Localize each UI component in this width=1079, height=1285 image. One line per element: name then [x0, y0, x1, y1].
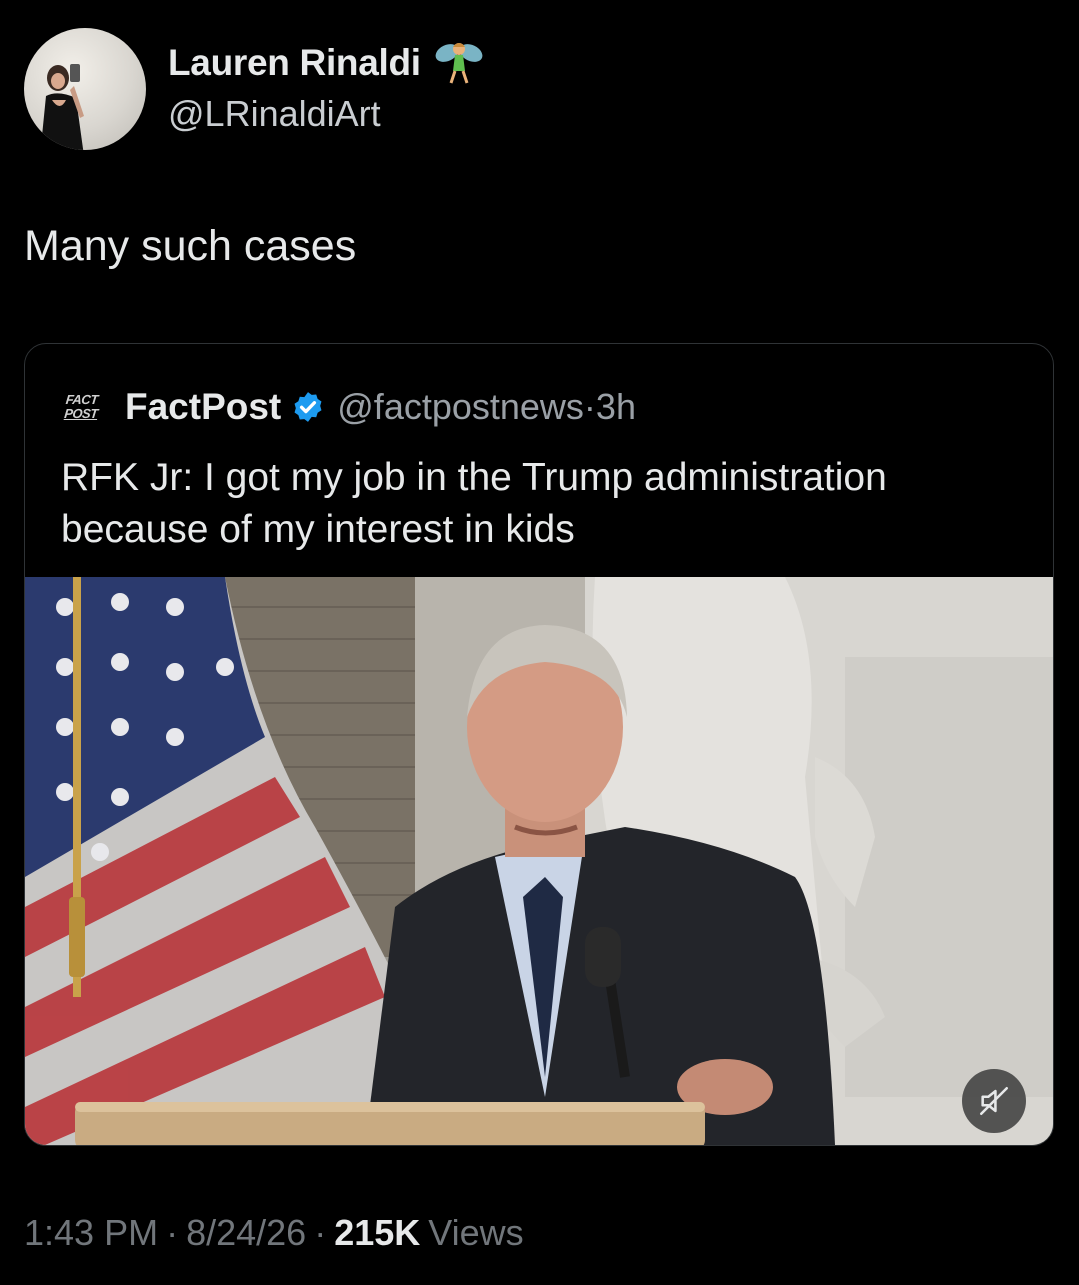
separator: · [314, 1212, 327, 1253]
quoted-author-name[interactable]: FactPost [125, 386, 281, 428]
logo-line-2: POST [63, 406, 99, 421]
author-handle[interactable]: @LRinaldiArt [168, 93, 485, 135]
views-count[interactable]: 215K [334, 1212, 420, 1254]
post-date[interactable]: 8/24/26 [186, 1212, 306, 1254]
author-block: Lauren Rinaldi @LRinaldiArt [168, 37, 485, 135]
tweet-text: Many such cases [24, 222, 357, 270]
verified-badge-icon [294, 392, 322, 422]
logo-line-1: FACT [65, 392, 99, 407]
quoted-author-handle: @factpostnews·3h [337, 386, 636, 428]
author-name-row: Lauren Rinaldi [168, 37, 485, 89]
avatar-photo [40, 64, 84, 150]
tweet-meta: 1:43 PM · 8/24/26 · 215K Views [24, 1212, 524, 1254]
fairy-emoji-icon [435, 43, 483, 84]
video-player[interactable] [25, 577, 1053, 1145]
quoted-tweet[interactable]: FACT POST FactPost @factpostnews·3h RFK … [24, 343, 1054, 1146]
separator: · [583, 386, 596, 427]
muted-speaker-icon [979, 1086, 1009, 1116]
quoted-header: FACT POST FactPost @factpostnews·3h [63, 386, 636, 428]
video-frame [25, 577, 1053, 1145]
tweet-header: Lauren Rinaldi @LRinaldiArt [24, 28, 485, 150]
avatar[interactable] [24, 28, 146, 150]
author-name[interactable]: Lauren Rinaldi [168, 42, 421, 84]
post-time[interactable]: 1:43 PM [24, 1212, 158, 1254]
views-label: Views [428, 1212, 524, 1253]
separator: · [166, 1212, 179, 1253]
quoted-time[interactable]: 3h [596, 386, 636, 427]
quoted-handle[interactable]: @factpostnews [337, 386, 584, 427]
quoted-text: RFK Jr: I got my job in the Trump admini… [61, 456, 887, 551]
mute-button[interactable] [962, 1069, 1026, 1133]
factpost-logo[interactable]: FACT POST [63, 389, 109, 425]
